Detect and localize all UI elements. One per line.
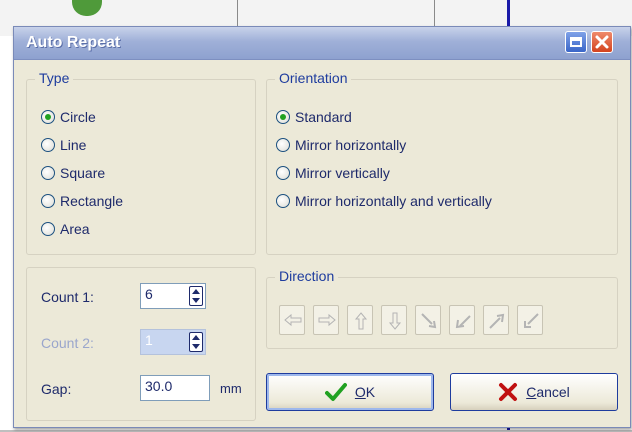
radio-label: Circle [60,109,96,125]
direction-up-left-button[interactable] [449,305,475,335]
direction-down-right-button[interactable] [415,305,441,335]
direction-left-button[interactable] [279,305,305,335]
auto-repeat-dialog: Auto Repeat Type Circle Line Square Rect… [13,26,631,428]
direction-up-button[interactable] [347,305,373,335]
cancel-x-icon [499,383,518,401]
radio-icon[interactable] [41,166,55,180]
window-title: Auto Repeat [26,34,121,51]
type-option-area[interactable]: Area [41,219,90,239]
direction-up-right-button[interactable] [483,305,509,335]
radio-icon[interactable] [276,194,290,208]
radio-label: Mirror horizontally [295,137,407,153]
direction-right-button[interactable] [313,305,339,335]
type-option-square[interactable]: Square [41,163,105,183]
radio-icon[interactable] [41,194,55,208]
orientation-option-mirror-both[interactable]: Mirror horizontally and vertically [276,191,492,211]
direction-group-title: Direction [275,268,339,284]
arrow-up-right-icon [489,313,505,329]
radio-label: Square [60,165,106,181]
arrow-up-icon [354,312,368,330]
radio-icon[interactable] [276,166,290,180]
radio-icon[interactable] [41,138,55,152]
orientation-option-mirror-vertically[interactable]: Mirror vertically [276,163,390,183]
count1-label: Count 1: [41,289,94,305]
radio-label: Area [60,221,90,237]
arrow-right-icon [318,313,336,327]
arrow-down-left-icon [524,313,539,328]
orientation-option-standard[interactable]: Standard [276,107,352,127]
restore-button[interactable] [565,31,587,53]
type-group-title: Type [35,70,74,86]
radio-label: Standard [295,109,352,125]
direction-down-left-button[interactable] [517,305,543,335]
arrow-up-left-icon [455,315,471,329]
type-option-rectangle[interactable]: Rectangle [41,191,123,211]
type-option-circle[interactable]: Circle [41,107,96,127]
direction-down-button[interactable] [381,305,407,335]
checkmark-icon [324,383,347,401]
type-option-line[interactable]: Line [41,135,86,155]
ok-label-rest: K [365,384,376,400]
title-bar[interactable]: Auto Repeat [14,27,630,60]
radio-icon[interactable] [41,222,55,236]
orientation-option-mirror-horizontally[interactable]: Mirror horizontally [276,135,406,155]
close-icon [595,35,609,49]
arrow-left-icon [284,313,302,327]
radio-label: Mirror horizontally and vertically [295,193,492,209]
arrow-down-right-icon [421,313,437,329]
radio-checked-icon[interactable] [276,110,290,124]
radio-label: Rectangle [60,193,124,209]
count1-spinner[interactable] [189,286,203,306]
radio-checked-icon[interactable] [41,110,55,124]
radio-label: Mirror vertically [295,165,390,181]
count2-spinner[interactable] [189,332,203,352]
cancel-label-key: C [526,384,537,400]
gap-unit: mm [220,381,242,396]
restore-icon [570,37,582,47]
arrow-down-icon [388,312,402,330]
cancel-label-rest: ancel [536,384,570,400]
gap-label: Gap: [41,381,72,397]
close-button[interactable] [591,31,613,53]
ok-button[interactable]: OK [266,373,434,411]
cancel-button[interactable]: Cancel [450,373,618,411]
orientation-group-title: Orientation [275,70,352,86]
count2-label: Count 2: [41,335,94,351]
gap-input[interactable]: 30.0 [140,375,210,401]
radio-icon[interactable] [276,138,290,152]
ok-label-key: O [354,384,366,400]
radio-label: Line [60,137,87,153]
